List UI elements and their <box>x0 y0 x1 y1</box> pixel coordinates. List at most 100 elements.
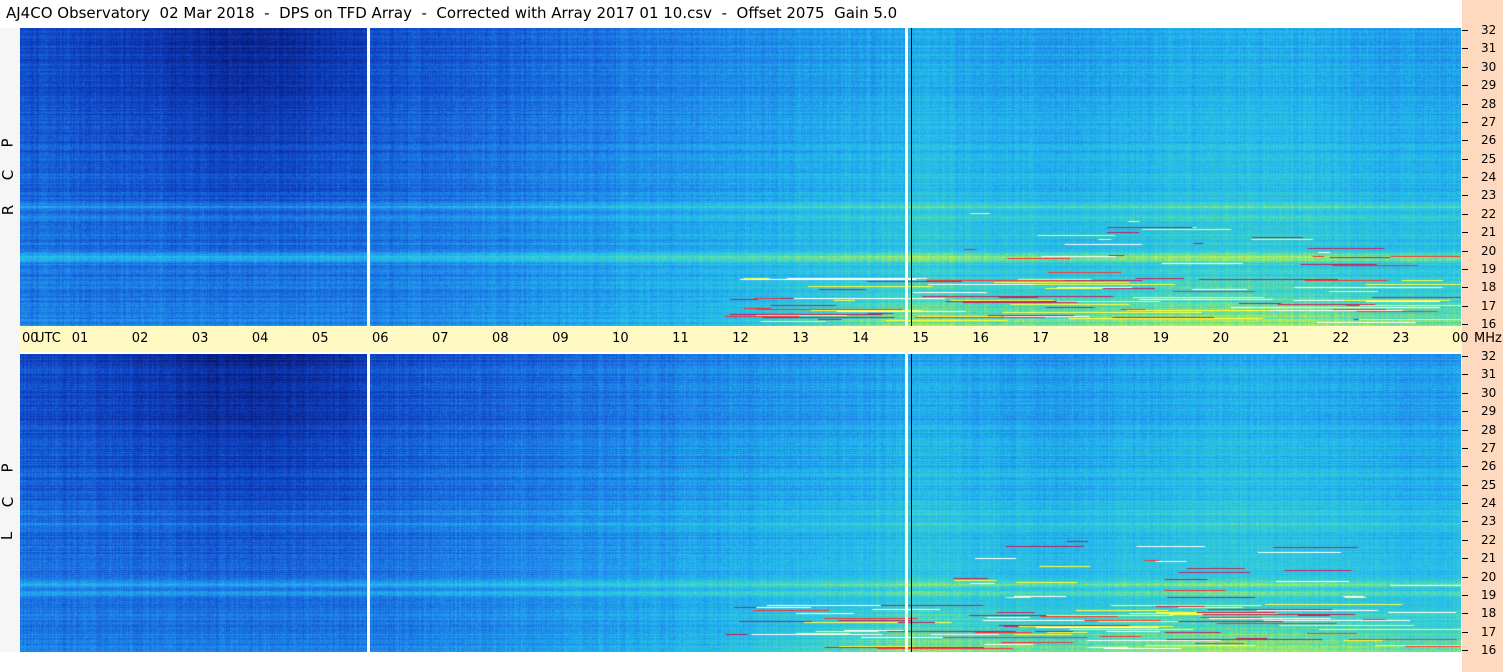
frequency-tick <box>1462 503 1468 504</box>
frequency-tick <box>1462 306 1468 307</box>
mhz-unit-label: MHz <box>1474 331 1502 346</box>
rcp-heatmap <box>20 28 1461 326</box>
frequency-tick-label: 22 <box>1481 532 1497 547</box>
frequency-tick-label: 16 <box>1481 643 1497 657</box>
daybreak-line <box>910 354 912 652</box>
frequency-tick-label: 27 <box>1481 114 1497 129</box>
utc-tick-label: 21 <box>1272 331 1290 346</box>
rcp-spectrogram <box>20 28 1461 326</box>
chart-title: AJ4CO Observatory 02 Mar 2018 - DPS on T… <box>6 4 898 22</box>
frequency-tick-label: 26 <box>1481 133 1497 148</box>
frequency-tick-label: 25 <box>1481 151 1497 166</box>
frequency-tick-label: 29 <box>1481 78 1497 93</box>
utc-tick-label: 06 <box>371 331 389 346</box>
frequency-tick-label: 17 <box>1481 624 1497 639</box>
utc-tick-label: 00 <box>1452 331 1469 346</box>
frequency-tick-label: 31 <box>1481 367 1497 382</box>
utc-tick-label: 04 <box>251 331 269 346</box>
utc-tick-label: 17 <box>1032 331 1049 346</box>
polarization-letter: L <box>0 532 16 540</box>
frequency-tick <box>1462 214 1468 215</box>
frequency-tick <box>1462 269 1468 270</box>
frequency-tick-label: 24 <box>1481 496 1497 510</box>
frequency-tick <box>1462 85 1468 86</box>
lcp-spectrogram <box>20 354 1461 652</box>
frequency-tick <box>1462 140 1468 141</box>
utc-tick-label: 02 <box>131 331 149 346</box>
frequency-tick-label: 29 <box>1481 404 1497 419</box>
utc-tick-label: 11 <box>672 331 689 346</box>
frequency-tick-label: 32 <box>1481 23 1497 37</box>
frequency-tick-label: 20 <box>1481 243 1497 258</box>
frequency-tick-label: 26 <box>1481 459 1497 474</box>
frequency-tick-label: 30 <box>1481 385 1497 400</box>
frequency-tick-label: 24 <box>1481 170 1497 184</box>
frequency-tick <box>1462 232 1468 233</box>
frequency-tick <box>1462 30 1468 31</box>
frequency-tick-label: 28 <box>1481 422 1497 437</box>
daybreak-line <box>910 28 912 326</box>
polarization-letter: R <box>0 204 18 216</box>
utc-tick-label: 03 <box>191 331 209 346</box>
frequency-tick <box>1462 177 1468 178</box>
frequency-tick <box>1462 521 1468 522</box>
utc-tick-label: 08 <box>492 331 509 346</box>
frequency-tick-label: 18 <box>1481 606 1497 621</box>
data-gap-line <box>904 28 908 326</box>
frequency-tick <box>1462 356 1468 357</box>
frequency-tick <box>1462 324 1468 325</box>
utc-tick-label: 20 <box>1212 331 1230 346</box>
frequency-tick <box>1462 577 1468 578</box>
frequency-tick <box>1462 448 1468 449</box>
frequency-tick-label: 21 <box>1481 225 1497 240</box>
polarization-letter: P <box>0 463 17 473</box>
utc-tick-label: 01 <box>71 331 89 346</box>
frequency-tick <box>1462 159 1468 160</box>
utc-tick-label: 19 <box>1152 331 1170 346</box>
utc-tick-label: 16 <box>972 331 989 346</box>
frequency-tick-label: 16 <box>1481 317 1497 331</box>
utc-tick-label: 18 <box>1092 331 1110 346</box>
frequency-tick <box>1462 485 1468 486</box>
frequency-tick-label: 25 <box>1481 477 1497 492</box>
frequency-tick <box>1462 48 1468 49</box>
utc-time-axis: 00 01 02 03 04 05 06 07 08 09 10 11 12 13 14 15 16 17 18 19… <box>20 326 1502 352</box>
frequency-tick-label: 20 <box>1481 569 1497 584</box>
frequency-tick-label: 27 <box>1481 440 1497 455</box>
frequency-tick <box>1462 466 1468 467</box>
utc-tick-label: 22 <box>1332 331 1350 346</box>
frequency-tick-label: 31 <box>1481 41 1497 56</box>
frequency-tick-label: 32 <box>1481 349 1497 363</box>
frequency-tick-label: 22 <box>1481 206 1497 221</box>
lcp-heatmap <box>20 354 1461 652</box>
frequency-tick <box>1462 195 1468 196</box>
utc-tick-label: 14 <box>852 331 869 346</box>
frequency-tick <box>1462 411 1468 412</box>
utc-tick-label: 12 <box>732 331 749 346</box>
utc-tick-label: 10 <box>612 331 629 346</box>
frequency-tick-label: 28 <box>1481 96 1497 111</box>
left-margin <box>0 28 20 652</box>
frequency-tick-label: 21 <box>1481 551 1497 566</box>
polarization-letter: C <box>0 169 18 181</box>
frequency-tick <box>1462 287 1468 288</box>
frequency-tick <box>1462 67 1468 68</box>
frequency-tick-label: 30 <box>1481 59 1497 74</box>
data-gap-line <box>367 354 371 652</box>
frequency-tick-label: 17 <box>1481 298 1497 313</box>
utc-tick-label: 13 <box>792 331 809 346</box>
utc-unit-label: UTC <box>35 331 61 346</box>
frequency-tick-label: 19 <box>1481 587 1497 602</box>
frequency-tick <box>1462 595 1468 596</box>
frequency-tick-label: 23 <box>1481 188 1497 203</box>
frequency-tick <box>1462 122 1468 123</box>
frequency-tick-label: 19 <box>1481 261 1497 276</box>
frequency-tick <box>1462 393 1468 394</box>
frequency-tick <box>1462 613 1468 614</box>
utc-tick-label: 09 <box>552 331 569 346</box>
frequency-tick-label: 18 <box>1481 280 1497 295</box>
frequency-tick <box>1462 558 1468 559</box>
frequency-tick-label: 23 <box>1481 514 1497 529</box>
polarization-letter: C <box>0 496 18 508</box>
frequency-tick <box>1462 632 1468 633</box>
